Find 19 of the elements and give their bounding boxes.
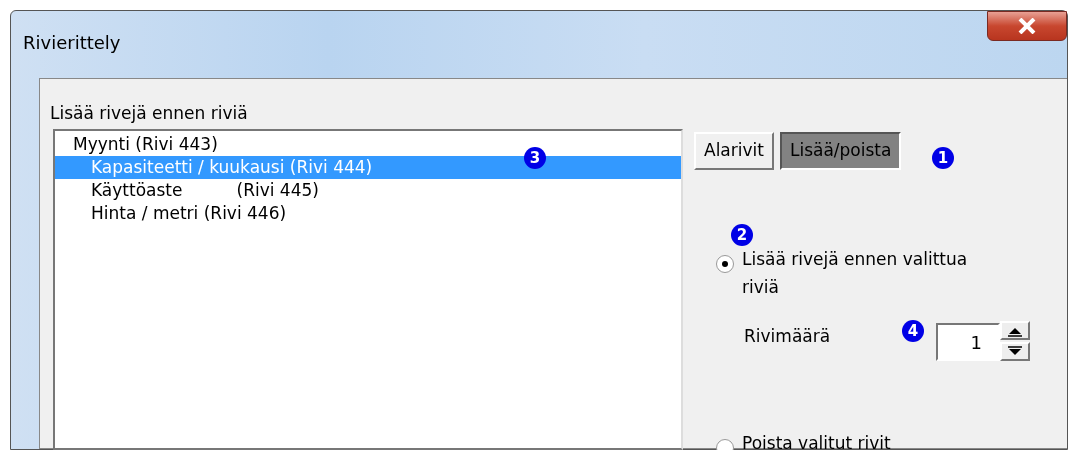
count-field[interactable]: 1 <box>936 323 1000 361</box>
tree-item[interactable]: Käyttöaste (Rivi 445) <box>55 179 681 202</box>
window-title: Rivierittely <box>23 31 121 55</box>
radio-button[interactable] <box>716 255 734 273</box>
spin-up-button[interactable] <box>1000 321 1030 340</box>
spin-down-button[interactable] <box>1000 342 1030 361</box>
tree-item[interactable]: Hinta / metri (Rivi 446) <box>55 202 681 225</box>
list-label: Lisää rivejä ennen riviä <box>50 102 248 125</box>
tab[interactable]: Lisää/poista <box>779 132 902 170</box>
callout-marker: 2 <box>731 224 753 246</box>
close-icon <box>1018 18 1036 34</box>
count-label: Rivimäärä <box>744 325 831 348</box>
tab[interactable]: Alarivit <box>694 132 774 170</box>
triangle-down-icon <box>1007 345 1023 358</box>
callout-marker: 4 <box>902 320 924 342</box>
radio-label[interactable]: Lisää rivejä ennen valittua riviä <box>742 245 997 301</box>
radio-label[interactable]: Poista valitut rivit <box>742 429 997 450</box>
callout-marker: 1 <box>932 147 954 169</box>
close-button[interactable] <box>987 11 1067 41</box>
